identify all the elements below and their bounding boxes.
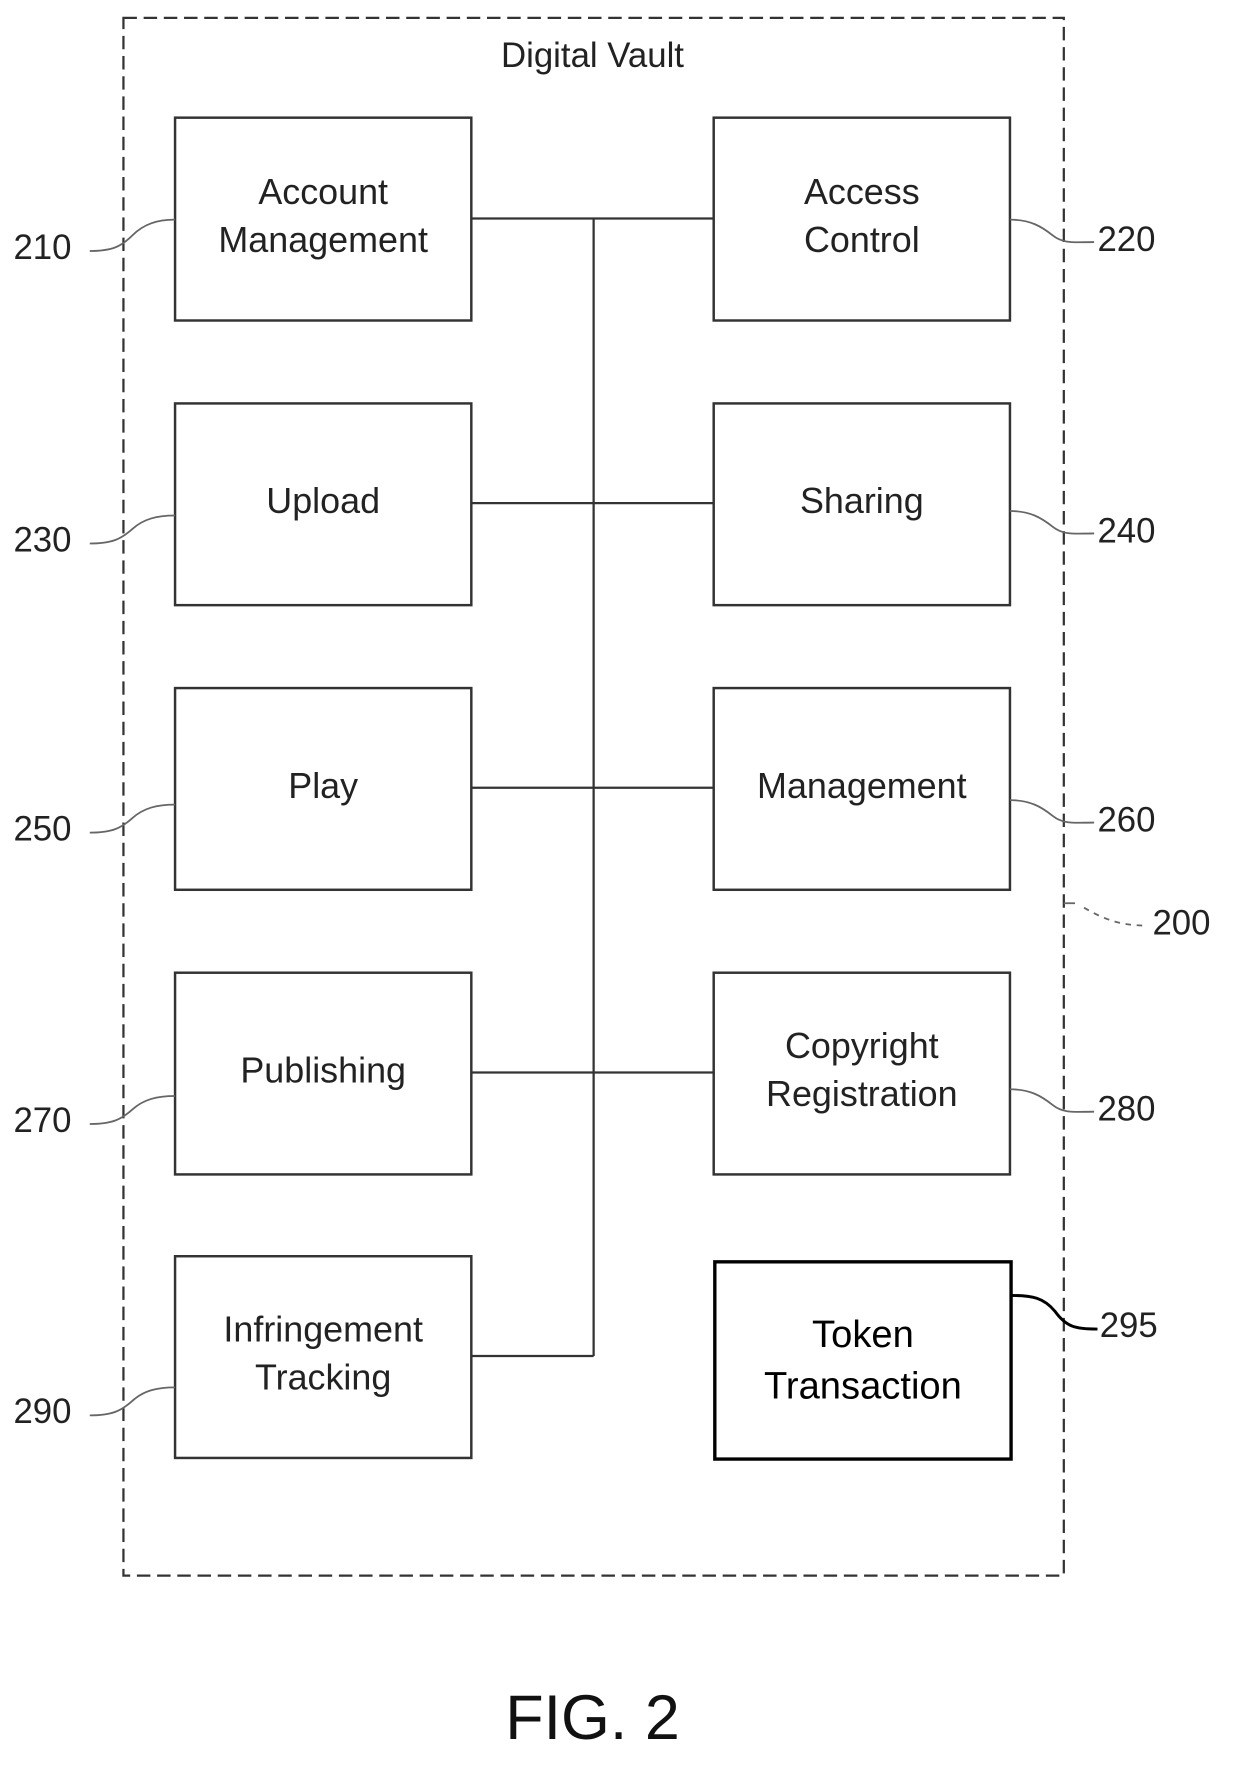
ref-numeral: 280	[1097, 1091, 1155, 1129]
module-token-transaction[interactable]: Token Transaction	[713, 1260, 1013, 1461]
module-label-line: Sharing	[800, 481, 924, 521]
leader-line	[89, 1095, 176, 1125]
ref-label-240: 240	[1009, 510, 1156, 550]
module-box	[173, 116, 473, 322]
leader-line	[1009, 218, 1095, 244]
module-upload[interactable]: Upload	[173, 402, 473, 607]
module-access-control[interactable]: Access Control	[712, 116, 1012, 322]
module-label-line: Management	[218, 220, 428, 260]
ref-label-200: 200	[1063, 902, 1210, 943]
ref-label-270: 270	[13, 1095, 176, 1140]
ref-numeral: 295	[1100, 1307, 1158, 1345]
leader-line	[1009, 510, 1095, 535]
digital-vault-title: Digital Vault	[501, 37, 684, 75]
module-label-line: Upload	[266, 481, 380, 521]
leader-line	[89, 1386, 176, 1417]
leader-line	[1009, 1088, 1095, 1113]
module-label-line: Transaction	[764, 1365, 962, 1408]
module-label-line: Tracking	[255, 1358, 391, 1398]
module-infringement-tracking[interactable]: Infringement Tracking	[173, 1254, 473, 1460]
ref-numeral: 240	[1097, 512, 1155, 550]
module-box	[713, 1260, 1013, 1461]
leader-line	[1009, 799, 1095, 824]
module-label-line: Registration	[766, 1074, 958, 1114]
ref-label-290: 290	[13, 1386, 176, 1431]
module-label-line: Infringement	[223, 1309, 423, 1349]
connection-bus	[471, 217, 714, 1358]
ref-label-230: 230	[13, 514, 176, 559]
module-account-management[interactable]: Account Management	[173, 116, 473, 322]
module-label-line: Play	[288, 766, 358, 806]
ref-label-210: 210	[13, 218, 176, 267]
module-label-line: Access	[804, 172, 920, 212]
module-label-line: Account	[258, 172, 388, 212]
ref-label-280: 280	[1009, 1088, 1156, 1129]
ref-numeral: 260	[1097, 802, 1155, 840]
ref-label-260: 260	[1009, 799, 1156, 840]
digital-vault-diagram: Digital Vault Account Management Upload …	[13, 16, 1210, 1753]
leader-line	[89, 218, 176, 252]
module-label-line: Token	[812, 1313, 914, 1356]
ref-numeral: 200	[1152, 905, 1210, 943]
ref-numeral: 210	[13, 229, 71, 267]
module-label-line: Publishing	[240, 1051, 406, 1091]
leader-line	[89, 803, 176, 834]
ref-label-220: 220	[1009, 218, 1156, 259]
module-label-line: Copyright	[785, 1026, 939, 1066]
module-management[interactable]: Management	[712, 686, 1012, 892]
ref-numeral: 290	[13, 1393, 71, 1431]
ref-numeral: 220	[1097, 221, 1155, 259]
ref-numeral: 250	[13, 810, 71, 848]
module-copyright-registration[interactable]: Copyright Registration	[712, 971, 1012, 1176]
figure-caption: FIG. 2	[505, 1683, 680, 1753]
leader-line	[1083, 906, 1147, 927]
module-label-line: Management	[757, 766, 967, 806]
module-publishing[interactable]: Publishing	[173, 971, 473, 1176]
module-play[interactable]: Play	[173, 686, 473, 892]
leader-line	[89, 514, 176, 545]
ref-numeral: 270	[13, 1102, 71, 1140]
ref-numeral: 230	[13, 521, 71, 559]
module-sharing[interactable]: Sharing	[712, 402, 1012, 607]
module-label-line: Control	[804, 220, 920, 260]
ref-label-295: 295	[1011, 1293, 1158, 1345]
ref-label-250: 250	[13, 803, 176, 848]
leader-line	[1011, 1293, 1098, 1331]
module-box	[712, 116, 1012, 322]
